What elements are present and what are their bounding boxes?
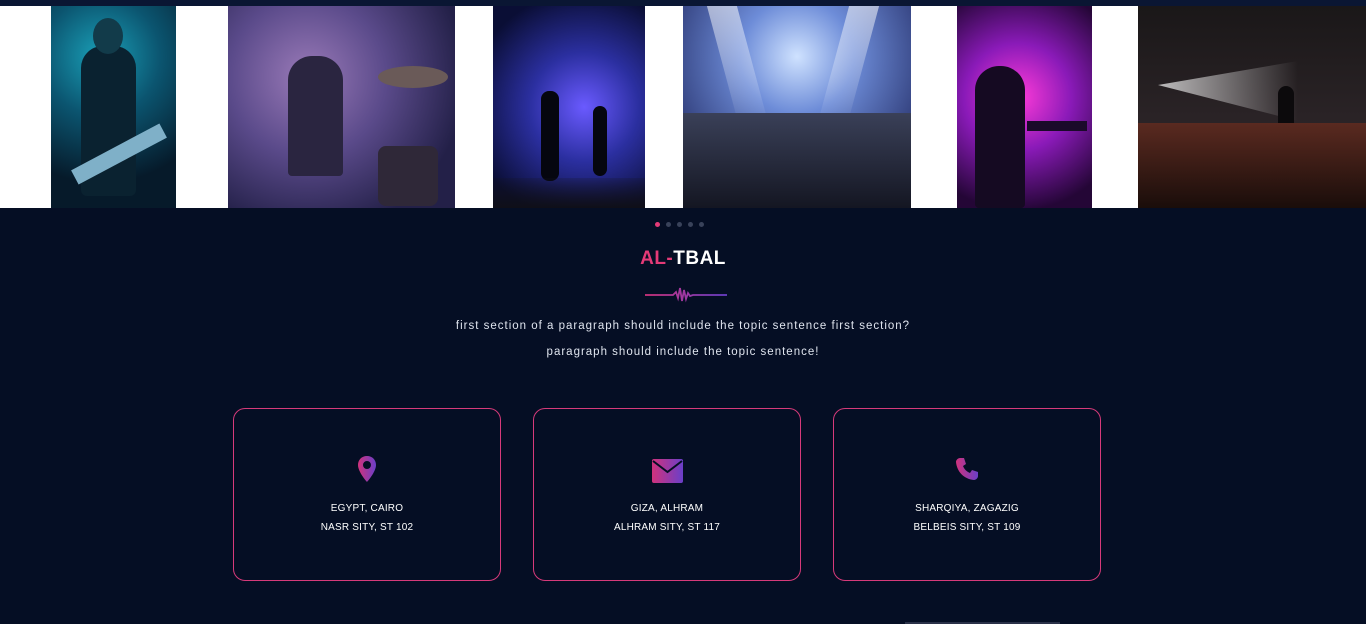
phone-icon <box>834 457 1100 481</box>
contact-line-2: NASR SITY, ST 102 <box>320 522 414 533</box>
carousel-dots <box>655 222 704 227</box>
map-pin-icon <box>234 455 500 483</box>
gallery-photo-stage-band[interactable] <box>493 6 645 208</box>
intro-paragraph-line-1: first section of a paragraph should incl… <box>455 320 911 332</box>
gallery-photo-keyboardist[interactable] <box>957 6 1092 208</box>
photo-carousel[interactable] <box>0 6 1366 208</box>
carousel-dot[interactable] <box>688 222 693 227</box>
contact-line-2: BELBEIS SITY, ST 109 <box>913 522 1021 533</box>
contact-line-1: SHARQIYA, ZAGAZIG <box>915 503 1019 514</box>
carousel-dot[interactable] <box>655 222 660 227</box>
brand-title: AL-TBAL <box>0 248 1366 270</box>
intro-paragraph-line-2: paragraph should include the topic sente… <box>546 346 820 358</box>
envelope-icon <box>534 459 800 483</box>
carousel-dot[interactable] <box>677 222 682 227</box>
gallery-photo-guitarist[interactable] <box>51 6 176 208</box>
brand-name: TBAL <box>673 248 726 269</box>
contact-card-cairo: EGYPT, CAIRO NASR SITY, ST 102 <box>233 408 501 581</box>
contact-card-sharqiya: SHARQIYA, ZAGAZIG BELBEIS SITY, ST 109 <box>833 408 1101 581</box>
carousel-dot[interactable] <box>666 222 671 227</box>
contact-line-1: EGYPT, CAIRO <box>330 503 404 514</box>
gallery-photo-stage-spotlight[interactable] <box>1138 6 1366 208</box>
contact-line-1: GIZA, ALHRAM <box>630 503 704 514</box>
sound-wave-icon <box>645 287 727 303</box>
carousel-dot[interactable] <box>699 222 704 227</box>
gallery-photo-drummer[interactable] <box>228 6 455 208</box>
brand-accent: AL- <box>640 248 674 269</box>
contact-card-giza: GIZA, ALHRAM ALHRAM SITY, ST 117 <box>533 408 801 581</box>
contact-line-2: ALHRAM SITY, ST 117 <box>613 522 721 533</box>
gallery-photo-concert-crowd[interactable] <box>683 6 911 208</box>
